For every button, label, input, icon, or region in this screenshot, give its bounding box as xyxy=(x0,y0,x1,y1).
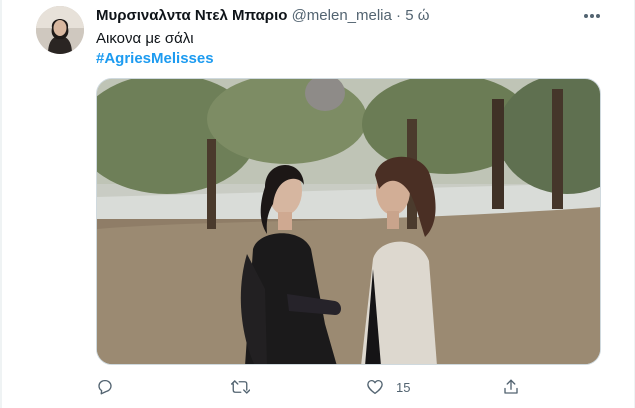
reply-button[interactable] xyxy=(96,375,126,399)
retweet-button[interactable] xyxy=(230,375,262,399)
author-name[interactable]: Μυρσιναλντα Ντελ Μπαριο xyxy=(96,7,287,24)
tweet-text: Αικονα με σάλι xyxy=(96,30,194,47)
author-handle[interactable]: @melen_melia xyxy=(292,7,392,24)
share-icon xyxy=(504,379,518,394)
more-icon xyxy=(584,14,600,18)
hashtag-link[interactable]: #AgriesMelisses xyxy=(96,49,214,69)
tweet-timestamp[interactable]: 5 ώ xyxy=(405,7,429,24)
avatar-image xyxy=(36,6,84,54)
retweet-icon xyxy=(231,380,250,394)
timeline-left-border xyxy=(0,0,2,408)
avatar[interactable] xyxy=(36,6,84,54)
share-button[interactable] xyxy=(502,375,532,399)
reply-icon xyxy=(98,379,112,395)
tweet-media-image[interactable] xyxy=(96,78,601,365)
photo-two-women-in-forest xyxy=(97,79,600,364)
separator-dot: · xyxy=(396,7,402,24)
tweet-header: Μυρσιναλντα Ντελ Μπαριο @melen_melia · 5… xyxy=(96,6,429,26)
like-button[interactable]: 15 xyxy=(366,375,410,399)
like-count: 15 xyxy=(396,379,411,395)
tweet-action-bar: 15 xyxy=(96,375,526,399)
heart-icon xyxy=(367,379,383,395)
more-options-button[interactable] xyxy=(580,6,604,26)
